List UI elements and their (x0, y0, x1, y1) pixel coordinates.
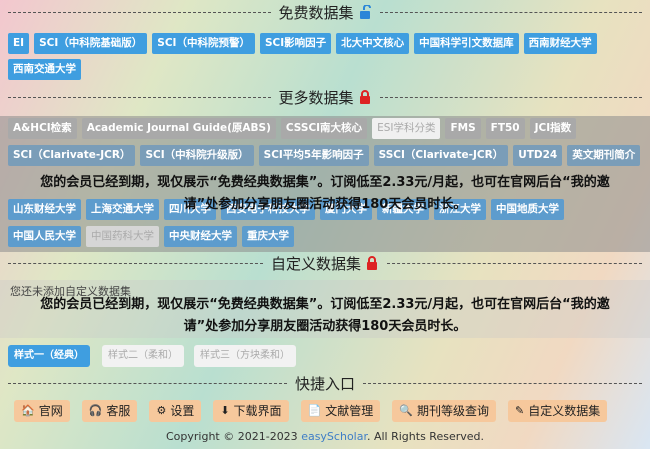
more-tag: JCI指数 (529, 118, 577, 139)
more-tag-row-1: A&HCI检索 Academic Journal Guide(原ABS) CSS… (8, 118, 644, 139)
more-tag-row-4: 中国人民大学 中国药科大学 中央财经大学 重庆大学 (8, 226, 644, 247)
quick-title-text: 快捷入口 (295, 374, 356, 393)
more-tag: Academic Journal Guide(原ABS) (81, 118, 276, 139)
free-tag[interactable]: EI (8, 33, 30, 54)
more-tag: 中国人民大学 (8, 226, 81, 247)
notice-line-2: 请”处参加分享朋友圈活动获得180天会员时长。 (183, 197, 467, 212)
more-tag: CSSCI南大核心 (280, 118, 368, 139)
gear-icon: ⚙ (156, 404, 167, 417)
headset-icon: 🎧 (88, 404, 103, 417)
journal-rank-link[interactable]: 🔍 期刊等级查询 (392, 400, 496, 422)
free-tag[interactable]: 中国科学引文数据库 (414, 33, 519, 54)
custom-section-title: 自定义数据集 (0, 253, 650, 273)
style-soft-button[interactable]: 样式二（柔和） (102, 345, 184, 367)
search-icon: 🔍 (399, 404, 413, 417)
home-icon: 🏠 (21, 404, 35, 417)
unlock-icon (359, 5, 371, 19)
quick-label: 文献管理 (325, 404, 374, 418)
footer-suffix: . All Rights Reserved. (366, 430, 484, 443)
free-tag[interactable]: 北大中文核心 (336, 33, 410, 54)
more-tag: 重庆大学 (242, 226, 294, 247)
lock-icon (367, 256, 378, 270)
notice-line-1: 您的会员已经到期，现仅展示“免费经典数据集”。订阅低至2.33元/月起，也可在官… (40, 175, 610, 190)
style-block-soft-button[interactable]: 样式三（方块柔和） (194, 345, 296, 367)
more-tag: SCI（Clarivate-JCR） (8, 145, 136, 166)
more-tag: UTD24 (513, 145, 563, 166)
notice-line-1: 您的会员已经到期，现仅展示“免费经典数据集”。订阅低至2.33元/月起，也可在官… (40, 297, 610, 312)
notice-line-2: 请”处参加分享朋友圈活动获得180天会员时长。 (183, 319, 467, 334)
brand-link[interactable]: easyScholar (301, 430, 367, 443)
free-tag[interactable]: 西南交通大学 (8, 59, 81, 80)
footer: Copyright © 2021-2023 easyScholar. All R… (0, 430, 650, 443)
download-link[interactable]: ⬇ 下载界面 (213, 400, 289, 422)
more-tag: SCI（中科院升级版） (140, 145, 254, 166)
more-tag-row-2: SCI（Clarivate-JCR） SCI（中科院升级版） SCI平均5年影响… (8, 145, 644, 166)
quick-label: 设置 (170, 404, 195, 418)
quick-links: 🏠 官网 🎧 客服 ⚙ 设置 ⬇ 下载界面 📄 文献管理 🔍 期刊等级查询 ✎ 自定义数据集 (14, 400, 644, 422)
quick-label: 官网 (38, 404, 63, 418)
lock-icon (359, 90, 370, 104)
expired-notice-2: 您的会员已经到期，现仅展示“免费经典数据集”。订阅低至2.33元/月起，也可在官… (0, 294, 650, 338)
download-icon: ⬇ (220, 404, 230, 417)
quick-label: 期刊等级查询 (416, 404, 489, 418)
free-tag[interactable]: SCI（中科院基础版） (34, 33, 148, 54)
style-classic-button[interactable]: 样式一（经典） (8, 345, 90, 367)
custom-dataset-link[interactable]: ✎ 自定义数据集 (508, 400, 608, 422)
custom-title-text: 自定义数据集 (271, 254, 362, 273)
more-tag: FT50 (485, 118, 525, 139)
more-tag: FMS (445, 118, 481, 139)
more-title-text: 更多数据集 (278, 88, 354, 107)
quick-label: 客服 (106, 404, 131, 418)
more-tag: SSCI（Clarivate-JCR） (373, 145, 509, 166)
document-icon: 📄 (307, 404, 322, 417)
free-tag[interactable]: 西南财经大学 (523, 33, 597, 54)
expired-notice-1: 您的会员已经到期，现仅展示“免费经典数据集”。订阅低至2.33元/月起，也可在官… (0, 172, 650, 216)
support-link[interactable]: 🎧 客服 (81, 400, 138, 422)
more-tag: 中央财经大学 (164, 226, 237, 247)
more-tag: A&HCI检索 (8, 118, 77, 139)
free-title-text: 免费数据集 (278, 3, 354, 22)
quick-section-title: 快捷入口 (0, 373, 650, 393)
edit-icon: ✎ (515, 404, 525, 417)
quick-label: 下载界面 (233, 404, 282, 418)
quick-label: 自定义数据集 (528, 404, 601, 418)
more-tag: 中国药科大学 (86, 226, 159, 247)
settings-link[interactable]: ⚙ 设置 (149, 400, 202, 422)
footer-prefix: Copyright © 2021-2023 (165, 430, 302, 443)
free-tag[interactable]: SCI（中科院预警） (152, 33, 255, 54)
free-tag[interactable]: SCI影响因子 (259, 33, 332, 54)
free-tag-list: EI SCI（中科院基础版） SCI（中科院预警） SCI影响因子 北大中文核心… (8, 33, 644, 80)
free-section-title: 免费数据集 (0, 2, 650, 22)
more-tag: 英文期刊简介 (567, 145, 641, 166)
literature-link[interactable]: 📄 文献管理 (300, 400, 381, 422)
website-link[interactable]: 🏠 官网 (14, 400, 70, 422)
more-section-title: 更多数据集 (0, 87, 650, 107)
more-tag: SCI平均5年影响因子 (258, 145, 369, 166)
more-tag: ESI学科分类 (372, 118, 441, 139)
